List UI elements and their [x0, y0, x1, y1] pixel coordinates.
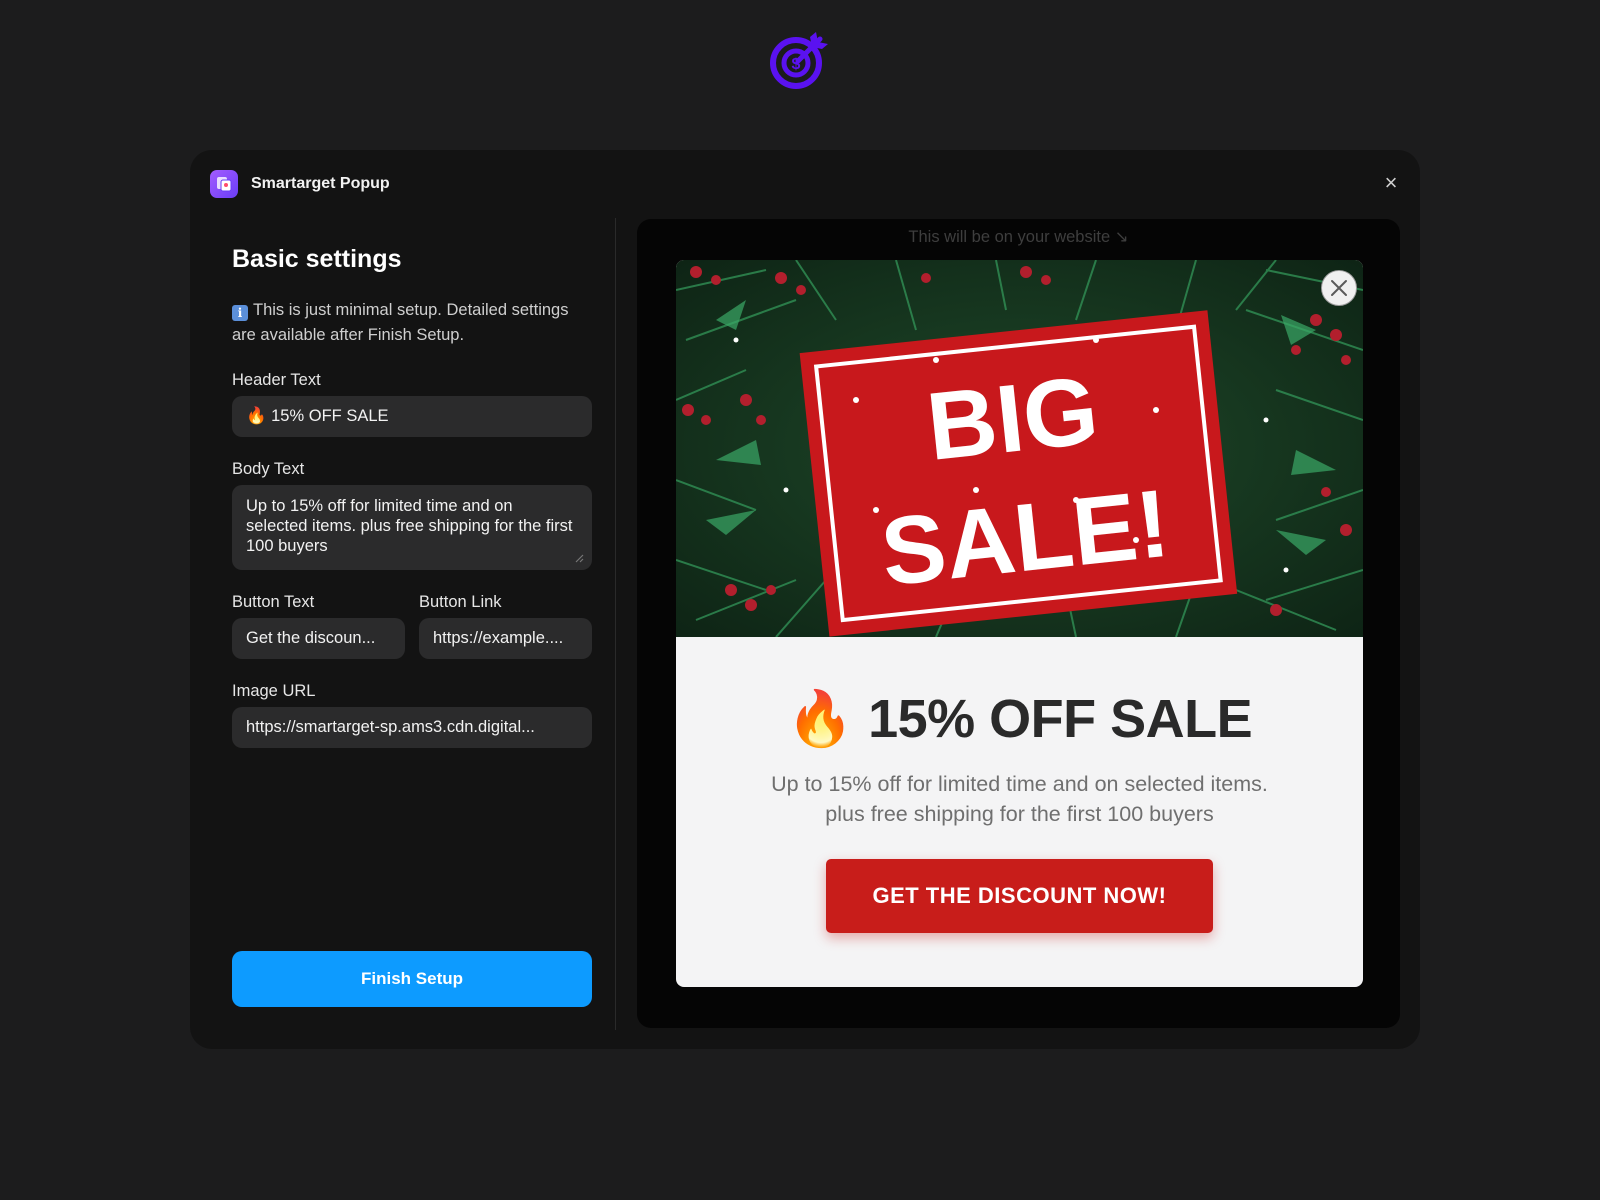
setup-modal: Smartarget Popup × Basic settings i This …: [190, 150, 1420, 1049]
header-text-label: Header Text: [232, 371, 321, 389]
button-link-input[interactable]: https://example....: [419, 618, 592, 659]
button-link-label: Button Link: [419, 593, 502, 611]
app-title: Smartarget Popup: [251, 175, 390, 192]
button-text-input[interactable]: Get the discoun...: [232, 618, 405, 659]
section-title: Basic settings: [232, 245, 402, 273]
image-url-input[interactable]: https://smartarget-sp.ams3.cdn.digital..…: [232, 707, 592, 748]
image-url-label: Image URL: [232, 682, 316, 700]
image-text-big: BIG: [922, 357, 1103, 481]
settings-panel: Basic settings i This is just minimal set…: [232, 245, 592, 748]
close-icon[interactable]: ×: [1380, 172, 1402, 194]
smartarget-logo-icon: $: [770, 32, 828, 89]
info-note: i This is just minimal setup. Detailed se…: [232, 298, 592, 348]
modal-header: Smartarget Popup: [210, 170, 390, 198]
body-text-input[interactable]: Up to 15% off for limited time and on se…: [232, 485, 592, 570]
big-sale-image: BIG SALE!: [676, 260, 1363, 637]
info-text: This is just minimal setup. Detailed set…: [232, 301, 569, 344]
resize-handle-icon[interactable]: [574, 553, 584, 563]
information-icon: i: [232, 305, 248, 321]
popup-close-button[interactable]: [1321, 270, 1357, 306]
popup-preview: BIG SALE! 🔥 15% OFF SALE Up to 15% off f…: [676, 260, 1363, 987]
app-icon: [210, 170, 238, 198]
close-icon: [1331, 280, 1347, 296]
popup-body-line-2: plus free shipping for the first 100 buy…: [825, 802, 1214, 826]
popup-cta-button[interactable]: GET THE DISCOUNT NOW!: [826, 859, 1213, 933]
header-text-input[interactable]: 🔥 15% OFF SALE: [232, 396, 592, 437]
popup-body: Up to 15% off for limited time and on se…: [716, 769, 1323, 829]
finish-setup-button[interactable]: Finish Setup: [232, 951, 592, 1007]
button-text-label: Button Text: [232, 593, 315, 611]
preview-panel: This will be on your website ↘ BIG SALE!…: [637, 219, 1400, 1028]
preview-note: This will be on your website ↘: [908, 228, 1129, 246]
popup-body-line-1: Up to 15% off for limited time and on se…: [771, 772, 1268, 796]
panel-divider: [615, 218, 616, 1030]
popup-headline: 🔥 15% OFF SALE: [786, 689, 1253, 749]
body-text-label: Body Text: [232, 460, 305, 478]
body-text-value: Up to 15% off for limited time and on se…: [246, 497, 573, 555]
